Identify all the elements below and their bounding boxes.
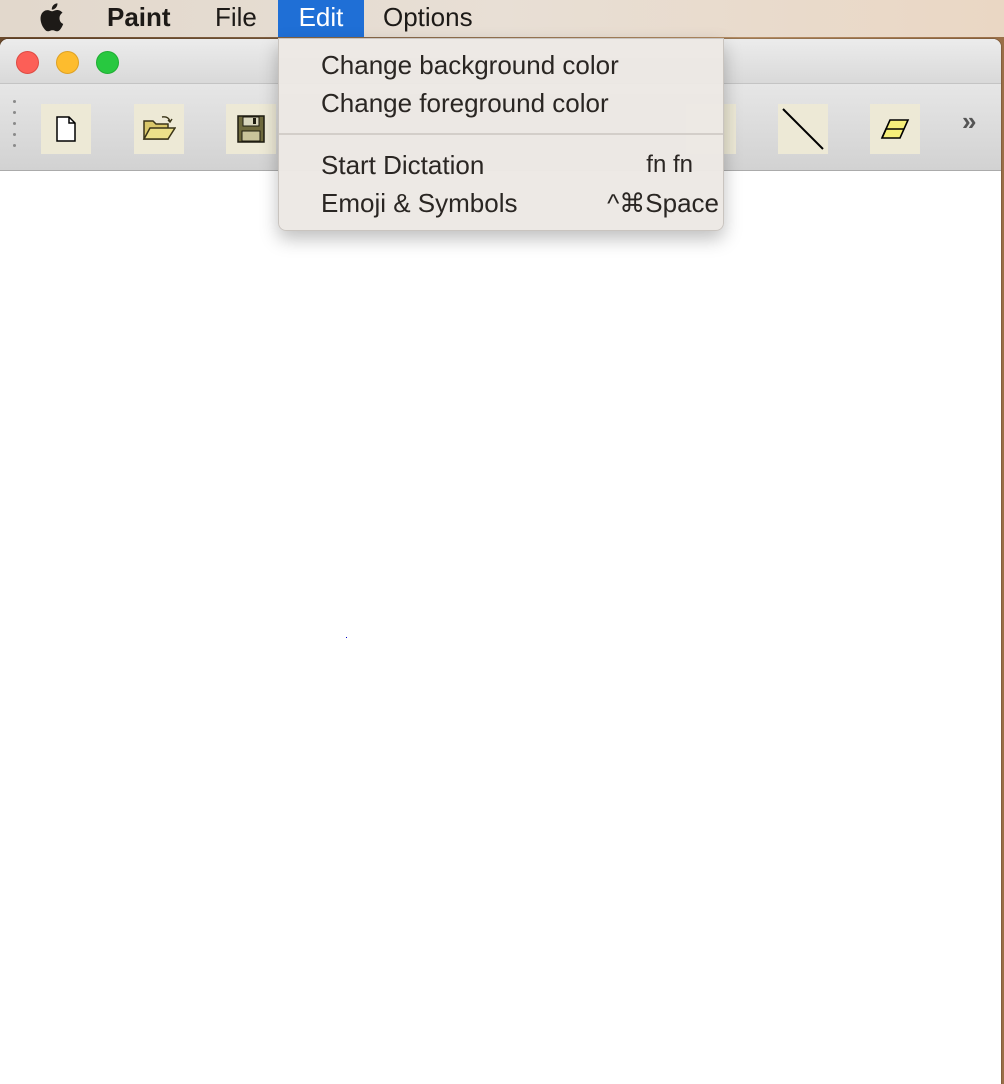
canvas-pixel: [346, 637, 347, 638]
apple-icon[interactable]: [38, 0, 68, 37]
menu-options[interactable]: Options: [383, 0, 473, 37]
toolbar-overflow-chevron-icon[interactable]: »: [962, 106, 977, 137]
open-folder-icon: [142, 115, 176, 143]
menu-item-shortcut: fn fn: [646, 151, 693, 178]
new-file-icon: [55, 116, 77, 142]
menu-item-label: Change foreground color: [321, 88, 609, 118]
menu-edit[interactable]: Edit: [278, 0, 364, 37]
menu-item-change-background-color[interactable]: Change background color: [279, 46, 723, 84]
menu-item-emoji-symbols[interactable]: Emoji & Symbols ^⌘Space: [279, 184, 723, 222]
toolbar-grip-handle[interactable]: [13, 100, 17, 156]
close-button[interactable]: [16, 51, 39, 74]
menu-item-start-dictation[interactable]: Start Dictation fn fn: [279, 146, 723, 184]
menu-item-label: Start Dictation: [321, 150, 485, 180]
save-disk-icon: [236, 114, 266, 144]
menu-separator: [279, 133, 723, 135]
app-menu-paint[interactable]: Paint: [107, 0, 171, 37]
eraser-button[interactable]: [870, 104, 920, 154]
menu-item-change-foreground-color[interactable]: Change foreground color: [279, 84, 723, 122]
menu-item-label: Emoji & Symbols: [321, 188, 518, 218]
new-file-button[interactable]: [41, 104, 91, 154]
menu-bar: Paint File Edit Options: [0, 0, 1004, 37]
maximize-button[interactable]: [96, 51, 119, 74]
menu-item-shortcut: ^⌘Space: [607, 188, 719, 218]
eraser-icon: [880, 118, 910, 140]
line-tool-button[interactable]: [778, 104, 828, 154]
save-button[interactable]: [226, 104, 276, 154]
edit-menu-dropdown: Change background color Change foregroun…: [278, 38, 724, 231]
minimize-button[interactable]: [56, 51, 79, 74]
line-tool-icon: [780, 106, 826, 152]
open-button[interactable]: [134, 104, 184, 154]
drawing-canvas[interactable]: [0, 171, 1001, 1084]
menu-file[interactable]: File: [215, 0, 257, 37]
menu-item-label: Change background color: [321, 50, 619, 80]
